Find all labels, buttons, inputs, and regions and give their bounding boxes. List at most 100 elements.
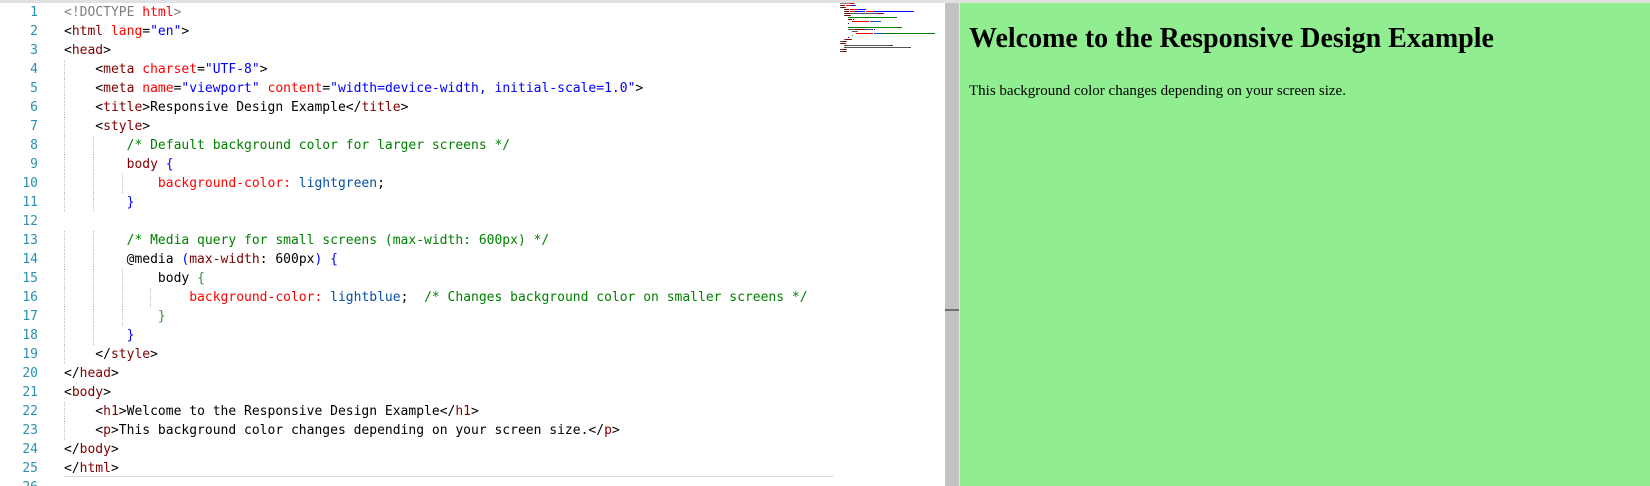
code-token: lightgreen bbox=[290, 176, 378, 191]
code-line[interactable]: 3 <head> bbox=[0, 41, 945, 60]
code-line[interactable]: 22 <h1>Welcome to the Responsive Design … bbox=[0, 402, 945, 421]
line-number: 21 bbox=[22, 385, 38, 400]
code-line[interactable]: 8 /* Default background color for larger… bbox=[0, 136, 945, 155]
line-code: </style> bbox=[64, 345, 158, 364]
indent-guide bbox=[92, 288, 94, 307]
indent-guide bbox=[121, 288, 123, 307]
minimap-token bbox=[846, 47, 909, 48]
code-token: /* Media query for small screens (max-wi… bbox=[64, 233, 550, 248]
indent-guide bbox=[64, 136, 65, 155]
code-minimap[interactable] bbox=[840, 3, 940, 63]
code-line[interactable]: 1 <!DOCTYPE html> bbox=[0, 3, 945, 22]
line-number: 6 bbox=[30, 100, 38, 115]
code-token: p bbox=[604, 423, 612, 438]
code-token: lightblue bbox=[322, 290, 401, 305]
end-of-document-divider bbox=[64, 476, 834, 477]
code-line[interactable]: 5 <meta name="viewport" content="width=d… bbox=[0, 79, 945, 98]
code-line[interactable]: 26 bbox=[0, 478, 945, 486]
code-token: > bbox=[635, 81, 644, 96]
code-token: body bbox=[126, 157, 158, 172]
code-line[interactable]: 16 background-color: lightblue; /* Chang… bbox=[0, 288, 945, 307]
code-line[interactable]: 6 <title>Responsive Design Example</titl… bbox=[0, 98, 945, 117]
code-token: h1 bbox=[455, 404, 471, 419]
line-number: 4 bbox=[30, 62, 38, 77]
code-token: { bbox=[197, 271, 205, 286]
indent-guide bbox=[92, 155, 94, 174]
code-line[interactable]: 11 } bbox=[0, 193, 945, 212]
code-line[interactable]: 21 <body> bbox=[0, 383, 945, 402]
line-number: 9 bbox=[30, 157, 38, 172]
minimap-token bbox=[845, 43, 846, 44]
code-token: > bbox=[400, 100, 409, 115]
line-code: <h1>Welcome to the Responsive Design Exa… bbox=[64, 402, 479, 421]
code-token: } bbox=[157, 309, 166, 324]
code-line[interactable]: 12 bbox=[0, 212, 945, 231]
line-code: /* Media query for small screens (max-wi… bbox=[64, 231, 550, 250]
line-number: 2 bbox=[30, 24, 38, 39]
minimap-token bbox=[883, 13, 884, 14]
code-line[interactable]: 4 <meta charset="UTF-8"> bbox=[0, 60, 945, 79]
code-line[interactable]: 18 } bbox=[0, 326, 945, 345]
code-lines[interactable]: 1 <!DOCTYPE html> 2 <html lang="en"> 3 <head>… bbox=[0, 3, 945, 486]
code-line[interactable]: 15 body { bbox=[0, 269, 945, 288]
code-token: < bbox=[64, 81, 104, 96]
code-token: > bbox=[110, 461, 119, 476]
line-number: 19 bbox=[22, 347, 38, 362]
code-token: < bbox=[64, 119, 104, 134]
code-token: = bbox=[197, 62, 205, 77]
code-token: content bbox=[259, 81, 323, 96]
code-token: > bbox=[173, 5, 182, 20]
code-token: lang bbox=[103, 24, 143, 39]
indent-guide bbox=[121, 307, 123, 326]
code-token: /* Changes background color on smaller s… bbox=[424, 290, 808, 305]
line-number: 1 bbox=[30, 5, 38, 20]
code-token: > bbox=[110, 442, 119, 457]
indent-guide bbox=[92, 269, 94, 288]
minimap-token bbox=[892, 45, 893, 46]
code-line[interactable]: 19 </style> bbox=[0, 345, 945, 364]
code-line[interactable]: 20 </head> bbox=[0, 364, 945, 383]
code-token: < bbox=[64, 43, 72, 58]
code-token: "width=device-width, initial-scale=1.0" bbox=[330, 81, 636, 96]
code-token: "en" bbox=[150, 24, 182, 39]
line-code: <style> bbox=[64, 117, 150, 136]
minimap-token bbox=[854, 3, 855, 4]
minimap-token bbox=[874, 11, 913, 12]
minimap-token bbox=[846, 51, 847, 52]
code-token: <!DOCTYPE bbox=[64, 5, 143, 20]
line-number: 22 bbox=[22, 404, 38, 419]
code-token: = bbox=[142, 24, 151, 39]
line-code: <title>Responsive Design Example</title> bbox=[64, 98, 408, 117]
code-token: > bbox=[471, 404, 479, 419]
minimap-token bbox=[852, 21, 869, 22]
line-number: 12 bbox=[22, 214, 38, 229]
vertical-scrollbar[interactable] bbox=[945, 3, 959, 486]
code-line[interactable]: 23 <p>This background color changes depe… bbox=[0, 421, 945, 440]
minimap-token bbox=[856, 33, 873, 34]
code-line[interactable]: 14 @media (max-width: 600px) { bbox=[0, 250, 945, 269]
code-token: "viewport" bbox=[181, 81, 260, 96]
minimap-token bbox=[886, 33, 935, 34]
line-code: <p>This background color changes dependi… bbox=[64, 421, 619, 440]
minimap-token bbox=[874, 33, 883, 34]
code-line[interactable]: 7 <style> bbox=[0, 117, 945, 136]
code-line[interactable]: 2 <html lang="en"> bbox=[0, 22, 945, 41]
code-line[interactable]: 17 } bbox=[0, 307, 945, 326]
minimap-token bbox=[850, 15, 851, 16]
code-token: p bbox=[103, 423, 111, 438]
minimap-token bbox=[870, 21, 880, 22]
code-line[interactable]: 13 /* Media query for small screens (max… bbox=[0, 231, 945, 250]
code-line[interactable]: 24 </body> bbox=[0, 440, 945, 459]
code-editor[interactable]: 1 <!DOCTYPE html> 2 <html lang="en"> 3 <head>… bbox=[0, 3, 945, 486]
line-number: 24 bbox=[22, 442, 38, 457]
line-code: body { bbox=[64, 269, 205, 288]
minimap-token bbox=[874, 29, 875, 30]
code-token: < bbox=[64, 404, 104, 419]
code-line[interactable]: 10 background-color: lightgreen; bbox=[0, 174, 945, 193]
code-token: = bbox=[322, 81, 331, 96]
code-line[interactable]: 9 body { bbox=[0, 155, 945, 174]
minimap-token bbox=[852, 35, 853, 36]
code-token: </ bbox=[64, 461, 80, 476]
